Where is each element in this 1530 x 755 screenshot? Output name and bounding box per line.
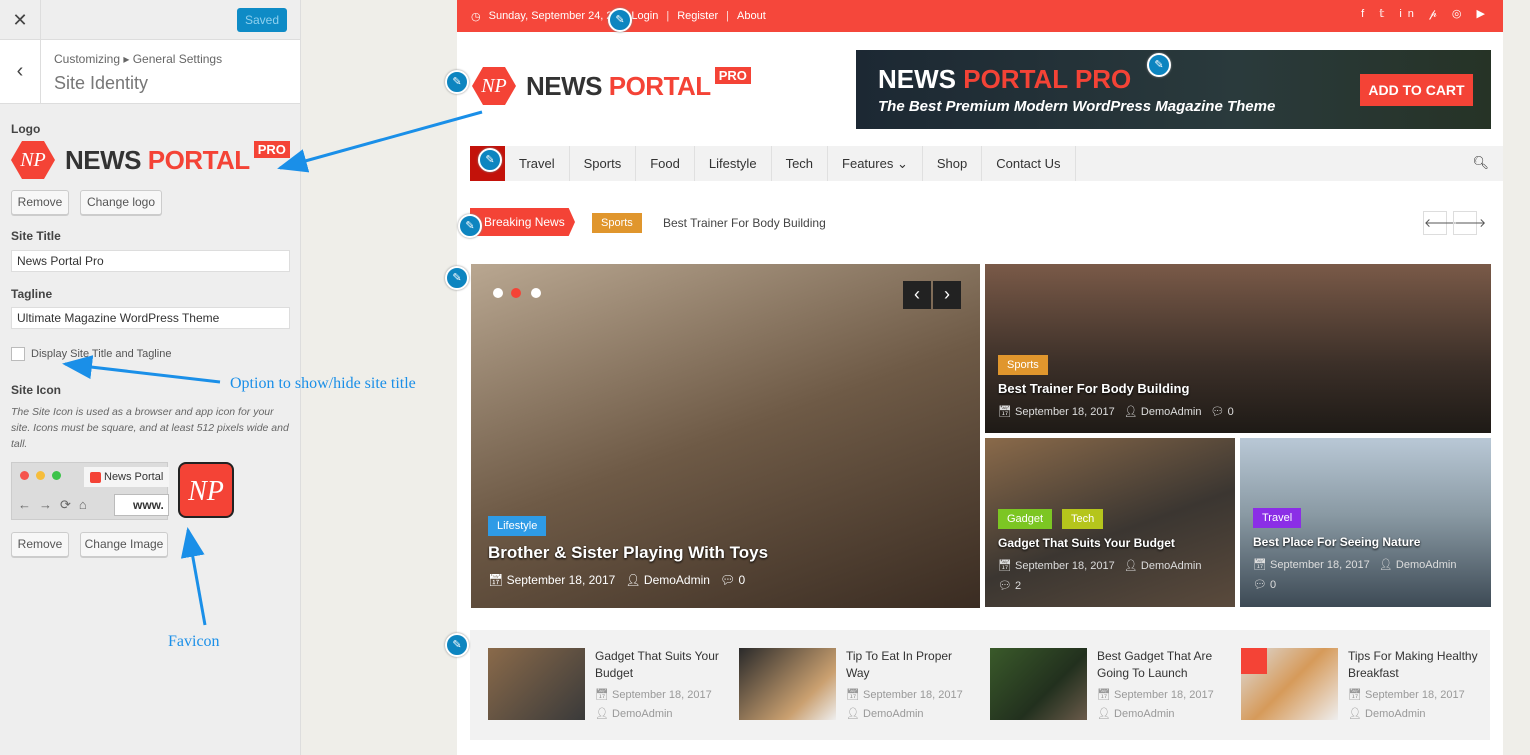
banner-subtitle: The Best Premium Modern WordPress Magazi… xyxy=(878,98,1276,115)
display-title-label: Display Site Title and Tagline xyxy=(31,348,172,360)
slider-tag[interactable]: Lifestyle xyxy=(488,516,547,536)
edit-pencil-icon[interactable]: ✎ xyxy=(445,633,469,657)
slider-next-button[interactable]: › xyxy=(933,281,961,309)
card-tag[interactable]: Travel xyxy=(1253,508,1302,528)
header-ad-banner[interactable]: NEWS PORTAL PRO The Best Premium Modern … xyxy=(856,50,1491,129)
slider-title[interactable]: Brother & Sister Playing With Toys xyxy=(488,543,768,563)
register-link[interactable]: Register xyxy=(677,10,718,22)
post-strip: Gadget That Suits Your Budget 📅︎ Septembe… xyxy=(470,630,1490,740)
nav-contact[interactable]: Contact Us xyxy=(982,146,1076,181)
about-link[interactable]: About xyxy=(737,10,766,22)
featured-card[interactable]: Gadget Tech Gadget That Suits Your Budge… xyxy=(985,438,1235,607)
site-preview: ◷ Sunday, September 24, 2 |Login |Regist… xyxy=(457,0,1503,755)
card-title[interactable]: Best Place For Seeing Nature xyxy=(1253,535,1420,549)
edit-pencil-icon[interactable]: ✎ xyxy=(445,266,469,290)
card-tag[interactable]: Tech xyxy=(1062,509,1104,529)
site-title-input[interactable]: News Portal Pro xyxy=(11,250,290,272)
breaking-headline[interactable]: Best Trainer For Body Building xyxy=(663,216,826,230)
remove-logo-button[interactable]: Remove xyxy=(11,190,69,215)
browser-url: www. xyxy=(114,494,169,516)
edit-pencil-icon[interactable]: ✎ xyxy=(1147,53,1171,77)
nav-sports[interactable]: Sports xyxy=(570,146,637,181)
add-to-cart-button[interactable]: ADD TO CART xyxy=(1360,74,1473,106)
card-title[interactable]: Gadget That Suits Your Budget xyxy=(998,536,1175,550)
card-tag[interactable]: Gadget xyxy=(998,509,1053,529)
date-text: Sunday, September 24, 2 xyxy=(488,10,613,22)
pro-badge: PRO xyxy=(253,141,290,158)
logo-preview: NP NEWS PORTAL PRO xyxy=(11,141,290,179)
logo-arrow xyxy=(277,110,483,173)
card-title[interactable]: Best Trainer For Body Building xyxy=(998,381,1189,396)
list-item[interactable]: Tips For Making Healthy Breakfast 📅︎ Sept… xyxy=(1241,648,1481,720)
edit-pencil-icon[interactable]: ✎ xyxy=(458,214,482,238)
display-title-checkbox[interactable] xyxy=(11,347,25,361)
remove-icon-button[interactable]: Remove xyxy=(11,532,69,557)
clock-icon: ◷ xyxy=(471,10,481,23)
image-format-icon xyxy=(1241,648,1267,674)
favicon-annotation: Favicon xyxy=(168,633,220,650)
section-title: Site Identity xyxy=(54,73,149,93)
nav-lifestyle[interactable]: Lifestyle xyxy=(695,146,772,181)
list-item[interactable]: Gadget That Suits Your Budget 📅︎ Septembe… xyxy=(488,648,728,720)
list-item[interactable]: Best Gadget That Are Going To Launch 📅︎ S… xyxy=(990,648,1230,720)
ticker-prev-button[interactable]: 🡐 xyxy=(1423,211,1456,235)
favicon-small-icon xyxy=(90,472,101,483)
breaking-tag[interactable]: Sports xyxy=(592,213,642,233)
slider-main[interactable]: ‹ › Lifestyle Brother & Sister Playing W… xyxy=(471,264,980,608)
nav-food[interactable]: Food xyxy=(636,146,695,181)
social-icons[interactable]: f 𝕥 in 𝓅 ◎ ▶ xyxy=(1361,7,1491,21)
site-title-label: Site Title xyxy=(11,229,61,243)
tagline-label: Tagline xyxy=(11,287,53,301)
back-chevron-icon[interactable]: ‹ xyxy=(0,40,41,104)
nav-shop[interactable]: Shop xyxy=(923,146,983,181)
list-item[interactable]: Tip To Eat In Proper Way 📅︎ September 18,… xyxy=(739,648,979,720)
change-logo-button[interactable]: Change logo xyxy=(80,190,162,215)
nav-travel[interactable]: Travel xyxy=(505,146,570,181)
featured-card[interactable]: Sports Best Trainer For Body Building 📅︎… xyxy=(985,264,1491,433)
change-image-button[interactable]: Change Image xyxy=(80,532,168,557)
site-icon-description: The Site Icon is used as a browser and a… xyxy=(11,406,289,450)
nav-features[interactable]: Features ⌄ xyxy=(828,146,923,181)
nav-tech[interactable]: Tech xyxy=(772,146,829,181)
card-tag[interactable]: Sports xyxy=(998,355,1048,375)
login-link[interactable]: Login xyxy=(631,10,658,22)
main-nav: Travel Sports Food Lifestyle Tech Featur… xyxy=(470,146,1503,181)
site-icon-preview: NP xyxy=(178,462,234,518)
featured-card[interactable]: Travel Best Place For Seeing Nature 📅︎ S… xyxy=(1240,438,1491,607)
site-icon-label: Site Icon xyxy=(11,383,62,397)
edit-pencil-icon[interactable]: ✎ xyxy=(445,70,469,94)
saved-button[interactable]: Saved xyxy=(237,8,287,32)
slider-prev-button[interactable]: ‹ xyxy=(903,281,931,309)
slider-dots[interactable] xyxy=(531,288,541,298)
site-logo[interactable]: NP NEWS PORTAL PRO xyxy=(472,67,751,105)
edit-pencil-icon[interactable]: ✎ xyxy=(608,8,632,32)
close-icon[interactable]: ✕ xyxy=(0,0,41,40)
edit-pencil-icon[interactable]: ✎ xyxy=(478,148,502,172)
logo-mark: NP xyxy=(11,141,55,179)
logo-label: Logo xyxy=(11,122,41,136)
ticker-next-button[interactable]: 🡒 xyxy=(1453,211,1486,235)
breaking-news-label: Breaking News xyxy=(470,208,575,236)
breadcrumb: Customizing ▸ General Settings xyxy=(54,52,223,66)
option-annotation: Option to show/hide site title xyxy=(230,375,416,392)
tagline-input[interactable]: Ultimate Magazine WordPress Theme xyxy=(11,307,290,329)
search-icon[interactable]: 🔍︎ xyxy=(1472,155,1489,171)
browser-nav-icons: ←→⟳⌂ xyxy=(18,497,95,512)
browser-preview: News Portal ←→⟳⌂ www. xyxy=(11,462,169,520)
